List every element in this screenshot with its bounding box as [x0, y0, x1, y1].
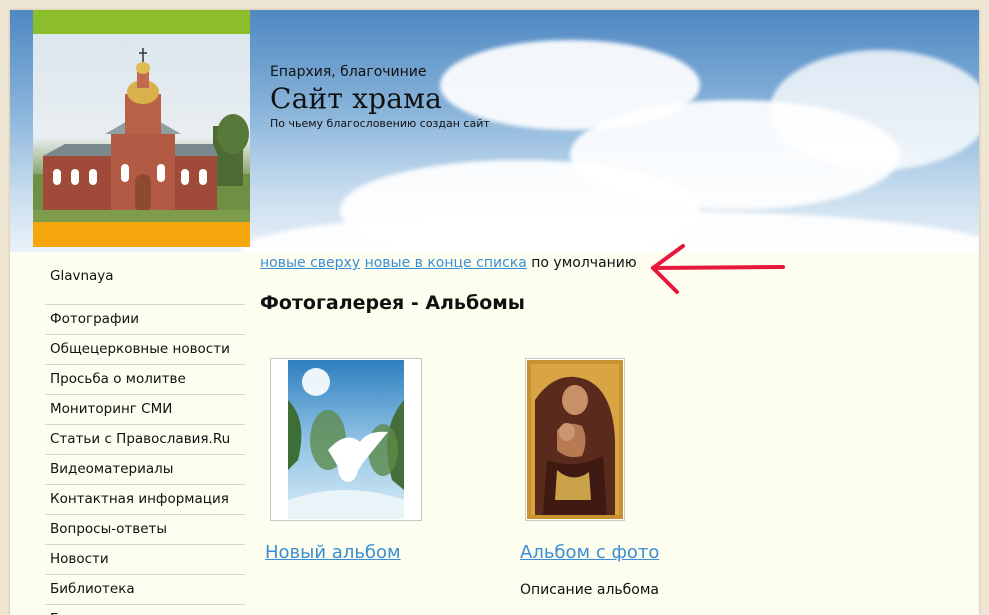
blessing-label: По чьему благословению создан сайт	[270, 117, 490, 130]
church-logo	[33, 10, 250, 247]
album-description: Описание альбома	[520, 582, 659, 598]
sidebar-item-news[interactable]: Новости	[45, 545, 245, 575]
album-thumbnail-new[interactable]	[270, 358, 422, 521]
sort-default-label: по умолчанию	[531, 255, 637, 271]
red-arrow-icon	[651, 244, 785, 294]
sort-options: новые сверху новые в конце списка по умо…	[260, 255, 637, 271]
sort-newest-first-link[interactable]: новые сверху	[260, 255, 360, 271]
dove-image	[288, 360, 404, 519]
church-image	[33, 48, 250, 222]
sidebar-item-church-news[interactable]: Общецерковные новости	[45, 335, 245, 365]
album-link-photo[interactable]: Альбом с фото	[520, 542, 659, 563]
album-link-new[interactable]: Новый альбом	[265, 542, 401, 563]
sidebar-item-photos[interactable]: Фотографии	[45, 305, 245, 335]
sidebar-item-glavnaya[interactable]: Glavnaya	[45, 262, 245, 305]
church-photo	[33, 34, 250, 222]
sidebar-item-contacts[interactable]: Контактная информация	[45, 485, 245, 515]
logo-green-bar	[33, 10, 250, 34]
sidebar-item-video[interactable]: Видеоматериалы	[45, 455, 245, 485]
gallery-title: Фотогалерея - Альбомы	[260, 292, 525, 314]
sidebar-item-faq[interactable]: Вопросы-ответы	[45, 515, 245, 545]
logo-orange-bar	[33, 222, 250, 247]
header-banner: Епархия, благочиние Сайт храма По чьему …	[10, 10, 979, 252]
sidebar-item-guestbook[interactable]: Гостевая книга	[45, 605, 245, 615]
site-title[interactable]: Сайт храма	[270, 82, 490, 115]
eparchy-label: Епархия, благочиние	[270, 64, 427, 80]
album-thumbnail-photo[interactable]	[525, 358, 625, 521]
sort-newest-last-link[interactable]: новые в конце списка	[365, 255, 527, 271]
sidebar-item-media-monitoring[interactable]: Мониторинг СМИ	[45, 395, 245, 425]
sidebar-item-prayer-request[interactable]: Просьба о молитве	[45, 365, 245, 395]
page: Епархия, благочиние Сайт храма По чьему …	[10, 10, 979, 615]
sidebar-nav: Glavnaya Фотографии Общецерковные новост…	[45, 262, 245, 615]
sidebar-item-pravoslavie-articles[interactable]: Статьи с Православия.Ru	[45, 425, 245, 455]
header-text: Епархия, благочиние Сайт храма По чьему …	[270, 64, 490, 130]
icon-image	[527, 360, 623, 519]
sidebar-item-library[interactable]: Библиотека	[45, 575, 245, 605]
